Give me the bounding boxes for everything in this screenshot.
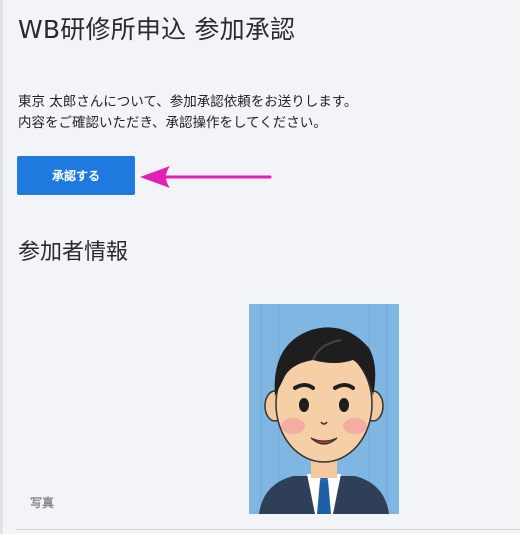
row-divider [16,529,520,530]
participant-photo [249,304,399,514]
person-illustration-icon [249,304,399,514]
approve-button[interactable]: 承認する [17,156,135,195]
left-border [0,0,3,534]
intro-message: 東京 太郎さんについて、参加承認依頼をお送りします。 内容をご確認いただき、承認… [18,92,357,134]
intro-line-1: 東京 太郎さんについて、参加承認依頼をお送りします。 [18,94,358,110]
photo-label: 写真 [30,496,55,510]
intro-line-2: 内容をご確認いただき、承認操作をしてください。 [18,115,327,131]
annotation-arrow-icon [140,166,272,188]
page-title: WB研修所申込 参加承認 [18,15,296,44]
participant-section-title: 参加者情報 [18,240,129,265]
